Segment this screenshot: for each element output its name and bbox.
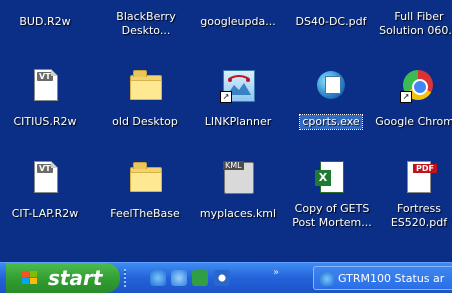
icon-label: DS40-DC.pdf: [295, 15, 367, 28]
linkplanner-icon: ↗: [218, 66, 258, 106]
icon-label: googleupda...: [200, 15, 276, 28]
desktop-icon-google-chrome[interactable]: ↗ Google Chrome: [372, 66, 452, 129]
icon-label: LINKPlanner: [204, 115, 272, 128]
icon-label: Google Chrome: [375, 115, 452, 128]
kml-file-icon: KML: [218, 158, 258, 198]
desktop-icon-cports-exe[interactable]: cports.exe: [285, 66, 377, 130]
media-player-icon[interactable]: [214, 270, 230, 286]
desktop-icon-citius-r2w[interactable]: VT CITIUS.R2w: [0, 66, 91, 129]
r2w-file-icon: VT: [25, 158, 65, 198]
desktop-icon-ds40-dc-pdf[interactable]: DS40-DC.pdf: [285, 10, 377, 29]
icon-label: FeelTheBase: [110, 207, 180, 220]
desktop-icon-linkplanner[interactable]: ↗ LINKPlanner: [192, 66, 284, 129]
start-button[interactable]: start: [6, 263, 120, 293]
icon-label: old Desktop: [112, 115, 178, 128]
desktop-icon-myplaces-kml[interactable]: KML myplaces.kml: [192, 158, 284, 221]
excel-file-icon: X: [311, 158, 351, 198]
r2w-file-icon: VT: [25, 66, 65, 106]
cports-icon: [311, 66, 351, 106]
pdf-file-icon: PDF: [398, 158, 438, 198]
chrome-icon: ↗: [398, 66, 438, 106]
icon-label: Fortress ES520.pdf: [390, 202, 448, 229]
desktop-icon-copy-of-gets[interactable]: X Copy of GETS Post Mortem...: [285, 158, 377, 230]
quick-launch-more-icon[interactable]: »: [273, 267, 279, 278]
taskbar: start » GTRM100 Status ar: [0, 262, 452, 293]
desktop-icon-cit-lap-r2w[interactable]: VT CIT-LAP.R2w: [0, 158, 91, 221]
desktop-icon-feelthebase[interactable]: FeelTheBase: [99, 158, 191, 221]
shortcut-arrow-icon: ↗: [220, 91, 232, 103]
icon-label: CITIUS.R2w: [13, 115, 77, 128]
desktop-icon-googleupdate[interactable]: googleupda...: [192, 10, 284, 29]
icon-label: Full Fiber Solution 060...: [379, 10, 452, 37]
desktop-icon-blackberry-desktop[interactable]: BlackBerry Deskto...: [99, 10, 191, 38]
taskbar-window-button[interactable]: GTRM100 Status ar: [313, 266, 452, 290]
icon-label: BUD.R2w: [19, 15, 71, 28]
folder-icon: [125, 66, 165, 106]
taskbar-window-label: GTRM100 Status ar: [338, 272, 445, 285]
desktop-icon-fortress-es520-pdf[interactable]: PDF Fortress ES520.pdf: [372, 158, 452, 230]
quick-launch-divider: [124, 269, 126, 287]
desktop-tool-icon[interactable]: [171, 270, 187, 286]
icon-label: Copy of GETS Post Mortem...: [292, 202, 372, 229]
spreadsheet-icon[interactable]: [192, 270, 208, 286]
icon-label: BlackBerry Deskto...: [116, 10, 176, 37]
folder-icon: [125, 158, 165, 198]
windows-logo-icon: [22, 271, 37, 284]
desktop-icon-old-desktop[interactable]: old Desktop: [99, 66, 191, 129]
desktop[interactable]: BUD.R2w BlackBerry Deskto... googleupda.…: [0, 0, 452, 292]
desktop-icon-full-fiber-solution[interactable]: Full Fiber Solution 060...: [372, 10, 452, 38]
icon-label: myplaces.kml: [199, 207, 277, 220]
icon-label: CIT-LAP.R2w: [11, 207, 79, 220]
icon-label-selected: cports.exe: [299, 114, 363, 130]
internet-explorer-icon[interactable]: [150, 270, 166, 286]
internet-explorer-icon: [320, 272, 334, 286]
shortcut-arrow-icon: ↗: [400, 91, 412, 103]
desktop-icon-bud-r2w[interactable]: BUD.R2w: [0, 10, 91, 29]
start-label: start: [48, 266, 103, 290]
